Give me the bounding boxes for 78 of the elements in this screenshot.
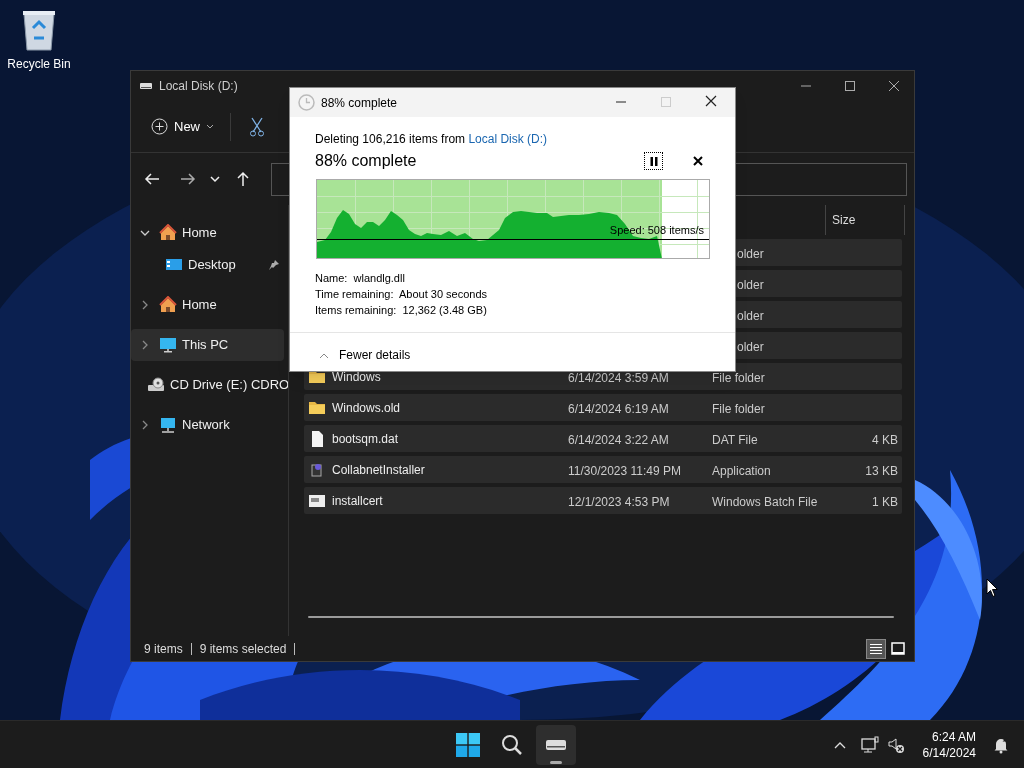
file-name: Windows	[332, 368, 381, 386]
date-modified: 6/14/2024 3:22 AM	[568, 432, 669, 447]
detail-line: Time remaining: About 30 seconds	[315, 287, 489, 302]
fewer-details-button[interactable]: Fewer details	[319, 346, 709, 364]
details-view-button[interactable]	[866, 638, 886, 659]
windows-logo-icon	[456, 733, 480, 757]
explorer-button[interactable]	[536, 725, 576, 765]
drive-link[interactable]: Local Disk (D:)	[468, 132, 548, 146]
plus-circle-icon	[151, 118, 168, 135]
new-button[interactable]: New	[149, 111, 216, 142]
home-icon	[159, 224, 177, 242]
file-type: DAT File	[712, 432, 758, 447]
file-name: bootsqm.dat	[332, 430, 399, 448]
clock-icon	[298, 94, 315, 111]
date-modified: 11/30/2023 11:49 PM	[568, 463, 681, 478]
file-row[interactable]: Windows.old 6/14/2024 6:19 AM File folder	[304, 394, 902, 421]
caret-icon	[206, 123, 214, 130]
horizontal-scrollbar[interactable]	[308, 616, 894, 618]
desktop-icon-label[interactable]: Recycle Bin	[7, 55, 71, 73]
up-arrow-icon[interactable]	[235, 170, 251, 188]
mouse-cursor-icon	[986, 578, 999, 598]
square-icon	[891, 641, 905, 656]
detail-line: Items remaining: 12,362 (3.48 GB)	[315, 303, 488, 318]
muted-speaker-icon[interactable]	[886, 736, 905, 754]
date-modified: 6/14/2024 3:59 AM	[568, 370, 669, 385]
bell-icon[interactable]	[992, 736, 1010, 754]
cd-drive-icon	[147, 376, 165, 394]
file-type: older	[737, 339, 764, 354]
list-icon	[869, 641, 883, 656]
window-title: Local Disk (D:)	[159, 78, 238, 95]
pin-icon[interactable]	[268, 259, 280, 271]
monitor-icon	[159, 336, 177, 354]
date-modified: 12/1/2023 4:53 PM	[568, 494, 670, 509]
dialog-title: 88% complete	[321, 94, 398, 112]
column-header[interactable]: Size	[825, 205, 905, 235]
pause-icon	[649, 156, 658, 166]
drive-icon	[545, 738, 567, 752]
file-name: Windows.old	[332, 399, 401, 417]
file-size: 13 KB	[865, 463, 898, 478]
sidebar-item[interactable]: Network	[131, 409, 284, 441]
pause-button[interactable]	[644, 152, 663, 170]
progress-heading: 88% complete	[315, 151, 417, 171]
file-type: Windows Batch File	[712, 494, 818, 509]
sidebar-item[interactable]: Home	[131, 289, 284, 321]
sidebar-item[interactable]: Desktop	[131, 249, 284, 281]
home-icon	[159, 296, 177, 314]
chevron-up-icon	[319, 351, 329, 359]
item-count: 9 items	[144, 640, 183, 658]
scissors-icon[interactable]	[249, 116, 265, 137]
file-name: installcert	[332, 492, 383, 510]
file-type: older	[737, 246, 764, 261]
active-indicator	[550, 761, 562, 764]
dialog-summary: Deleting 106,216 items from Local Disk (D:)	[315, 131, 549, 148]
recycle-bin-icon[interactable]	[20, 8, 58, 52]
file-name: CollabnetInstaller	[332, 461, 425, 479]
drive-icon	[139, 81, 153, 91]
file-type: Application	[712, 463, 771, 478]
file-type: File folder	[712, 401, 765, 416]
file-row[interactable]: bootsqm.dat 6/14/2024 3:22 AM DAT File 4 KB	[304, 425, 902, 452]
network-icon	[159, 416, 177, 434]
selection-count: 9 items selected	[199, 640, 287, 658]
file-row[interactable]: installcert 12/1/2023 4:53 PM Windows Batch File 1 KB	[304, 487, 902, 514]
ethernet-icon[interactable]	[860, 736, 879, 754]
date-modified: 6/14/2024 6:19 AM	[568, 401, 669, 416]
detail-line: Name: wlandlg.dll	[315, 271, 406, 286]
file-type: older	[737, 277, 764, 292]
file-size: 1 KB	[872, 494, 898, 509]
file-row[interactable]: CollabnetInstaller 11/30/2023 11:49 PM Application 13 KB	[304, 456, 902, 483]
file-type: older	[737, 308, 764, 323]
file-size: 4 KB	[872, 432, 898, 447]
cancel-button[interactable]	[691, 154, 705, 168]
close-icon	[693, 156, 703, 166]
sidebar-item[interactable]: This PC	[131, 329, 284, 361]
clock[interactable]: 6:24 AM 6/14/2024	[920, 729, 978, 761]
file-type: File folder	[712, 370, 765, 385]
search-icon	[501, 734, 523, 756]
sidebar-item[interactable]: Home	[131, 217, 284, 249]
chevron-up-icon[interactable]	[832, 740, 847, 750]
